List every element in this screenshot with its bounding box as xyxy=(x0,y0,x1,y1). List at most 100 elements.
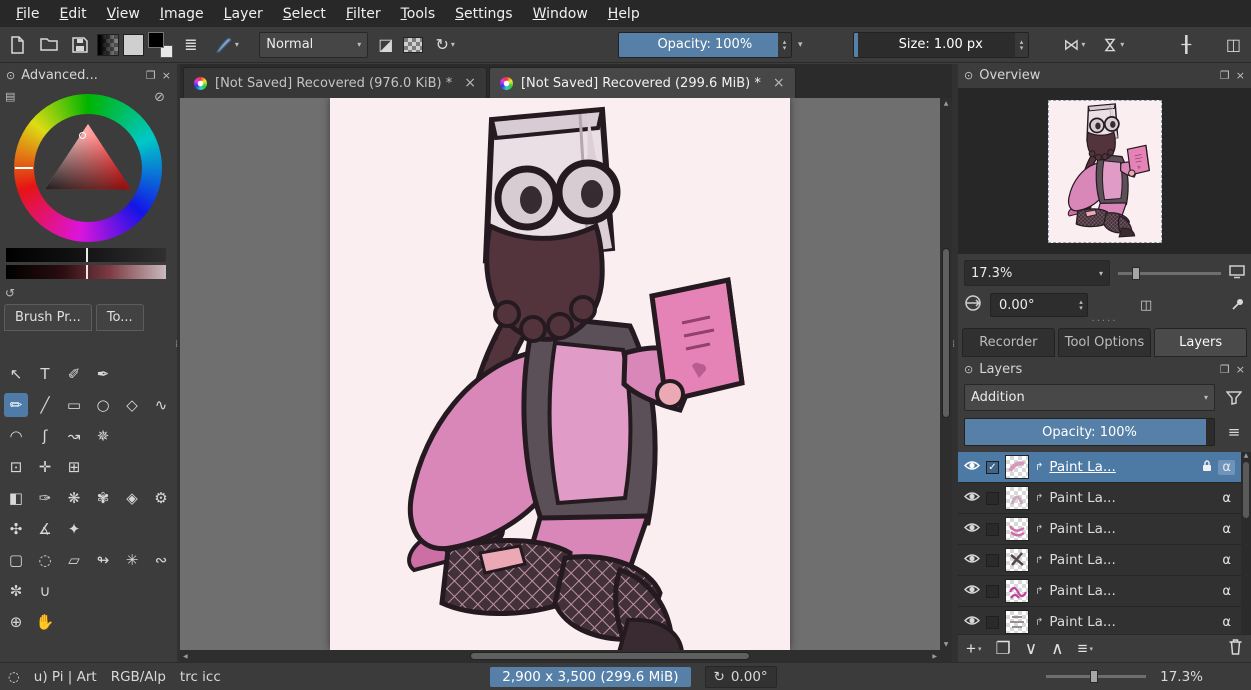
layer-checkbox[interactable] xyxy=(986,492,999,505)
alpha-lock-toggle[interactable]: α xyxy=(1218,491,1235,506)
document-tab-2[interactable]: [Not Saved] Recovered (299.6 MiB) * × xyxy=(489,67,796,98)
layer-checkbox[interactable] xyxy=(986,523,999,536)
tool-polygon[interactable]: ◇ xyxy=(120,393,144,417)
tool-ellipse-select[interactable]: ◌ xyxy=(33,548,57,572)
layer-row-3[interactable]: ↱ Paint La... α xyxy=(958,514,1241,545)
docker-resize-handle[interactable]: ····· xyxy=(958,318,1251,328)
foreground-background-colors[interactable] xyxy=(148,32,173,58)
menu-filter[interactable]: Filter xyxy=(336,2,391,26)
tool-line[interactable]: ╱ xyxy=(33,393,57,417)
tool-reference-images[interactable]: ✦ xyxy=(62,517,86,541)
zoom-slider[interactable] xyxy=(1118,272,1221,275)
tool-bezier-curve[interactable]: ◠ xyxy=(4,424,28,448)
lock-icon[interactable] xyxy=(1202,459,1212,476)
horizontal-scroll-thumb[interactable] xyxy=(470,652,750,660)
canvas-vertical-scrollbar[interactable]: ▲ ▼ xyxy=(940,98,952,650)
visibility-eye-icon[interactable] xyxy=(964,614,980,630)
size-spinners[interactable]: ▴ ▾ xyxy=(1015,33,1028,57)
move-layer-up-button[interactable]: ∧ xyxy=(1051,639,1063,659)
color-selector-settings-button[interactable]: ▤ xyxy=(5,90,15,103)
brush-size-slider[interactable]: Size: 1.00 px ▴ ▾ xyxy=(853,32,1029,58)
alpha-lock-toggle[interactable]: α xyxy=(1218,460,1235,475)
tool-enclose-fill[interactable]: ⚙ xyxy=(149,486,173,510)
layer-row-2[interactable]: ↱ Paint La... α xyxy=(958,483,1241,514)
image-dimensions-badge[interactable]: 2,900 x 3,500 (299.6 MiB) xyxy=(490,667,690,687)
menu-view[interactable]: View xyxy=(97,2,150,26)
blend-mode-select[interactable]: Normal ▾ xyxy=(259,32,368,58)
close-tab-icon[interactable]: × xyxy=(460,75,476,91)
no-color-button[interactable]: ⊘ xyxy=(154,90,165,105)
menu-layer[interactable]: Layer xyxy=(214,2,273,26)
status-zoom-knob[interactable] xyxy=(1090,670,1098,683)
refresh-colors-icon[interactable]: ↺ xyxy=(5,286,15,300)
tool-transform[interactable]: ⊡ xyxy=(4,455,28,479)
save-button[interactable] xyxy=(66,31,93,59)
tool-bezier-select[interactable]: ∾ xyxy=(149,548,173,572)
layer-list-scrollbar[interactable]: ▲ xyxy=(1241,452,1251,635)
mirror-horizontal-button[interactable]: ⋈ ▾ xyxy=(1057,31,1092,59)
rotation-spinners[interactable]: ▴ ▾ xyxy=(1075,294,1087,316)
mirror-vertical-button[interactable]: ⋈ ▾ xyxy=(1096,31,1131,59)
tool-crop[interactable]: ⊞ xyxy=(62,455,86,479)
t ool-freehand-brush[interactable]: ✏ xyxy=(4,393,28,417)
zoom-level-select[interactable]: 17.3% ▾ xyxy=(964,260,1110,286)
visibility-eye-icon[interactable] xyxy=(964,459,980,475)
preserve-alpha-button[interactable] xyxy=(403,37,422,53)
visibility-eye-icon[interactable] xyxy=(964,521,980,537)
tab-recorder[interactable]: Recorder xyxy=(962,328,1055,357)
canvas[interactable] xyxy=(330,98,790,650)
tool-move[interactable]: ✛ xyxy=(33,455,57,479)
layer-row-5[interactable]: ↱ Paint La... α xyxy=(958,576,1241,607)
tab-tool-options[interactable]: Tool Options xyxy=(1058,328,1152,357)
tool-measure[interactable]: ∡ xyxy=(33,517,57,541)
canvas-horizontal-scrollbar[interactable]: ◀ ▶ xyxy=(180,650,940,662)
layer-checkbox[interactable]: ✓ xyxy=(986,461,999,474)
foreground-color-swatch[interactable] xyxy=(148,32,164,48)
layer-checkbox[interactable] xyxy=(986,554,999,567)
tool-fill[interactable]: ◈ xyxy=(120,486,144,510)
close-docker-button[interactable]: × xyxy=(1236,363,1245,376)
layer-blend-mode-select[interactable]: Addition ▾ xyxy=(964,384,1215,411)
tool-gradient[interactable]: ◧ xyxy=(4,486,28,510)
canvas-mirror-button[interactable]: ◫ xyxy=(1140,298,1152,313)
tool-color-sampler[interactable]: ✑ xyxy=(33,486,57,510)
layer-checkbox[interactable] xyxy=(986,585,999,598)
open-document-button[interactable] xyxy=(35,31,62,59)
float-docker-button[interactable]: ❐ xyxy=(1220,69,1230,82)
tool-smart-patch[interactable]: ❋ xyxy=(62,486,86,510)
layer-properties-button[interactable]: ≡ ▾ xyxy=(1078,639,1093,659)
opacity-dropdown-button[interactable]: ▾ xyxy=(796,40,805,50)
menu-tools[interactable]: Tools xyxy=(391,2,446,26)
opacity-slider[interactable]: Opacity: 100% ▴ ▾ xyxy=(618,32,792,58)
tool-similar-select[interactable]: ✳ xyxy=(120,548,144,572)
tool-select-shapes[interactable]: ↖ xyxy=(4,362,28,386)
menu-select[interactable]: Select xyxy=(273,2,336,26)
tab-toolbox[interactable]: To... xyxy=(96,304,144,331)
tab-layers[interactable]: Layers xyxy=(1154,328,1247,357)
add-layer-button[interactable]: + ▾ xyxy=(966,639,981,659)
tool-magnetic-select[interactable]: ∪ xyxy=(33,579,57,603)
move-layer-down-button[interactable]: ∨ xyxy=(1025,639,1037,659)
tab-brush-presets[interactable]: Brush Pr... xyxy=(4,304,92,331)
tool-text[interactable]: T xyxy=(33,362,57,386)
tool-zoom[interactable]: ⊕ xyxy=(4,610,28,634)
tool-edit-shapes[interactable]: ✐ xyxy=(62,362,86,386)
zoom-slider-knob[interactable] xyxy=(1132,267,1140,280)
visibility-eye-icon[interactable] xyxy=(964,552,980,568)
menu-edit[interactable]: Edit xyxy=(49,2,96,26)
rotation-dial-icon[interactable] xyxy=(964,294,982,316)
workspace-chooser-button[interactable]: ◫ xyxy=(1220,31,1247,59)
value-strip[interactable] xyxy=(6,248,166,262)
tool-polygon-select[interactable]: ▱ xyxy=(62,548,86,572)
menu-file[interactable]: File xyxy=(6,2,49,26)
status-zoom-slider[interactable] xyxy=(1046,675,1146,678)
vertical-scroll-thumb[interactable] xyxy=(942,248,950,418)
layer-filter-button[interactable] xyxy=(1223,391,1245,405)
menu-image[interactable]: Image xyxy=(150,2,214,26)
snap-settings-button[interactable]: ╂ xyxy=(1173,31,1200,59)
alpha-lock-toggle[interactable]: α xyxy=(1218,553,1235,568)
canvas-angle-widget[interactable]: ↻ 0.00° xyxy=(705,666,777,688)
visibility-eye-icon[interactable] xyxy=(964,583,980,599)
layer-checkbox[interactable] xyxy=(986,616,999,629)
layer-row-1[interactable]: ✓ ↱ Paint La... α xyxy=(958,452,1241,483)
